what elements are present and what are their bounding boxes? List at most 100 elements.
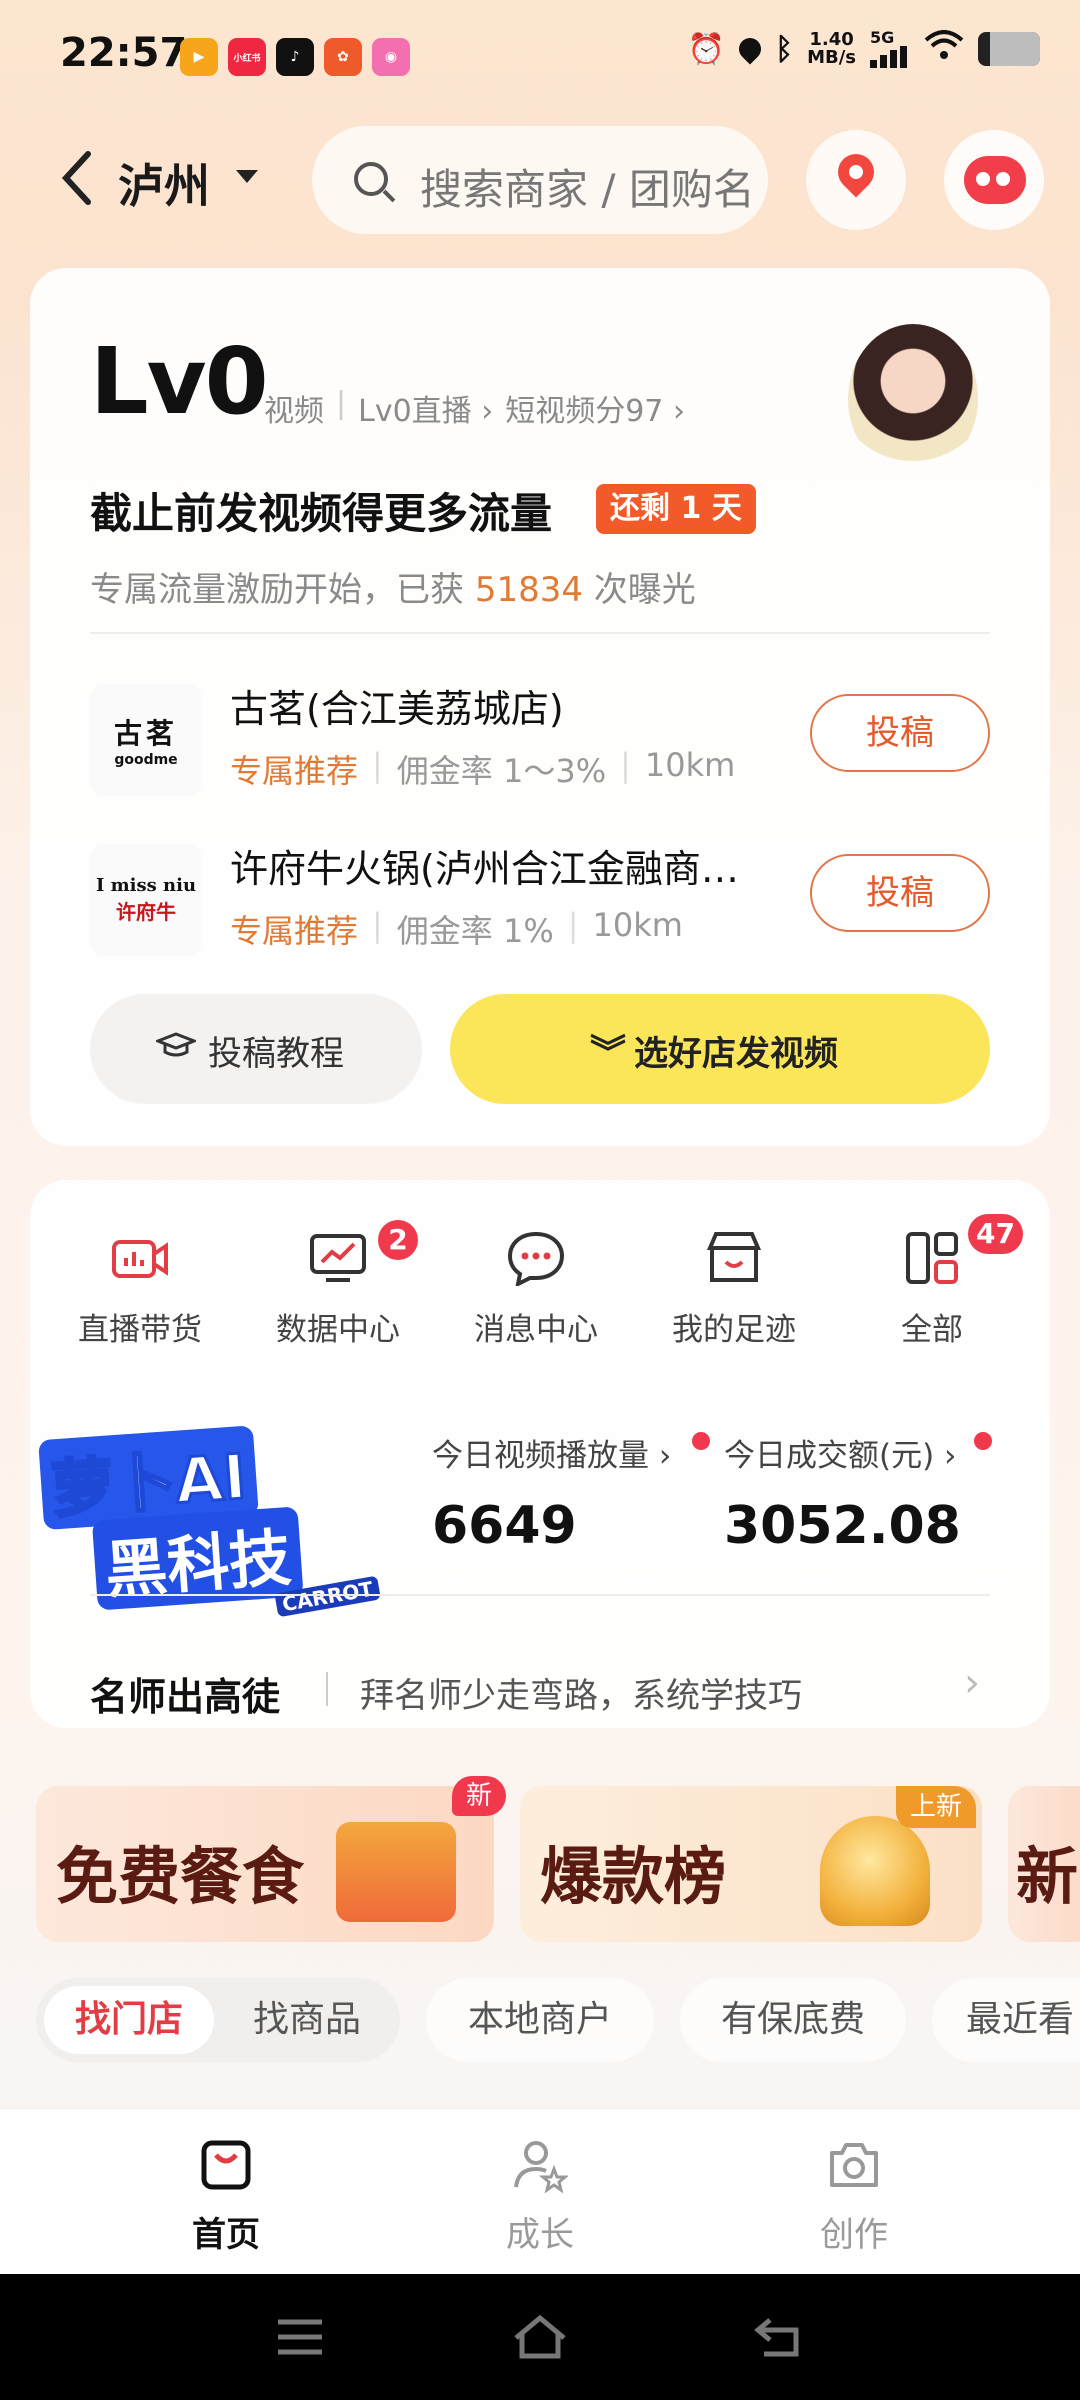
new-arrival-badge: 上新 [896, 1786, 977, 1828]
back-icon[interactable] [750, 2310, 810, 2364]
select-store-video-button[interactable]: ︾ 选好店发视频 [450, 994, 990, 1104]
quick-action-all[interactable]: 47 全部 [842, 1214, 1023, 1350]
level-link-live[interactable]: Lv0直播 › [358, 386, 493, 430]
nav-create-label: 创作 [820, 2215, 888, 2255]
live-camera-icon [112, 1240, 168, 1278]
quick-action-footprints[interactable]: 我的足迹 [644, 1220, 824, 1350]
remaining-days-badge: 还剩 1 天 [596, 484, 756, 534]
mentor-desc: 拜名师少走弯路，系统学技巧 [360, 1676, 802, 1716]
views-label-text: 今日视频播放量 [432, 1438, 649, 1474]
quick-action-label: 消息中心 [474, 1312, 598, 1348]
quick-action-label: 全部 [901, 1312, 963, 1348]
divider: | [567, 906, 579, 944]
tab-find-product[interactable]: 找商品 [222, 1986, 392, 2054]
status-time: 22:57 [60, 30, 188, 76]
quick-action-label: 直播带货 [78, 1312, 202, 1348]
free-meal-banner[interactable]: 免费餐食 [36, 1786, 494, 1942]
tab-recently-viewed[interactable]: 最近看 [932, 1978, 1080, 2062]
video-app-icon: ▶ [180, 38, 218, 76]
divider [326, 1672, 328, 1706]
store-row[interactable]: I miss niu 许府牛 许府牛火锅(泸州合江金融商… 专属推荐 | 佣金率… [90, 838, 990, 968]
gmv-label[interactable]: 今日成交额(元) › [724, 1430, 956, 1475]
store-commission: 佣金率 1～3% [396, 752, 607, 790]
home-icon[interactable] [510, 2310, 570, 2364]
exposure-count: 51834 [474, 570, 583, 610]
level-links: 视频 | Lv0直播 › 短视频分97 › [264, 386, 685, 430]
quick-action-label: 我的足迹 [672, 1312, 796, 1348]
divider: | [620, 746, 631, 784]
store-logo-line2: goodme [114, 752, 178, 768]
nav-home[interactable]: 首页 [126, 2123, 326, 2263]
camera-create-icon [830, 2143, 878, 2187]
banner-text: 免费餐食 [56, 1840, 305, 1913]
status-system-icons: ⏰ ᛒ 1.40 MB/s 5G [688, 30, 1040, 68]
bluetooth-icon: ᛒ [775, 31, 794, 67]
tutorial-button[interactable]: 投稿教程 [90, 994, 422, 1104]
search-bar[interactable]: 搜索商家 / 团购名 [312, 126, 768, 234]
battery-level [990, 32, 1040, 66]
level-title: Lv0 [90, 328, 269, 435]
gmv-label-text: 今日成交额(元) [724, 1438, 935, 1474]
quick-action-live[interactable]: 直播带货 [50, 1220, 230, 1350]
store-commission: 佣金率 1% [396, 912, 554, 950]
message-bubble-icon [507, 1231, 565, 1286]
wifi-icon [924, 30, 964, 68]
caret-down-icon[interactable] [236, 170, 258, 183]
store-logo: 古茗 goodme [90, 684, 202, 796]
quick-action-messages[interactable]: 消息中心 [446, 1220, 626, 1350]
store-name: 古茗(合江美荔城店) [230, 687, 564, 731]
level-link-video[interactable]: 视频 [264, 386, 324, 430]
map-location-button[interactable] [806, 130, 906, 230]
next-banner[interactable]: 新 [1008, 1786, 1080, 1942]
mentor-title: 名师出高徒 [90, 1675, 281, 1719]
carrot-ai-promo[interactable]: 萝卜AI 黑科技 CARROT [30, 1370, 410, 1618]
submit-button[interactable]: 投稿 [810, 694, 990, 772]
red-dot-indicator [974, 1432, 992, 1450]
carrot-ai-logo: 萝卜AI 黑科技 CARROT [31, 1398, 401, 1618]
avatar[interactable] [848, 324, 978, 474]
submit-button[interactable]: 投稿 [810, 854, 990, 932]
tab-guaranteed-fee[interactable]: 有保底费 [680, 1978, 906, 2062]
status-app-icons: ▶ 小红书 ♪ ✿ ◉ [180, 38, 410, 76]
store-product-toggle: 找门店 找商品 [36, 1978, 400, 2062]
gmv-value: 3052.08 [724, 1496, 961, 1556]
nav-growth-label: 成长 [506, 2215, 574, 2255]
quick-action-label: 数据中心 [276, 1312, 400, 1348]
xiaohongshu-app-icon: 小红书 [228, 38, 266, 76]
tab-find-store[interactable]: 找门店 [44, 1986, 214, 2054]
battery-icon [978, 32, 1040, 66]
divider [90, 1594, 990, 1596]
notification-badge: 2 [378, 1220, 418, 1260]
city-selector[interactable]: 泸州 [118, 150, 210, 216]
exposure-summary: 专属流量激励开始，已获 51834 次曝光 [90, 562, 696, 611]
quick-action-data[interactable]: 2 数据中心 [248, 1220, 428, 1350]
data-monitor-icon [310, 1234, 366, 1282]
chevron-right-icon[interactable]: › [964, 1660, 980, 1706]
status-bar: 22:57 ▶ 小红书 ♪ ✿ ◉ ⏰ ᛒ 1.40 MB/s 5G [0, 0, 1080, 110]
level-card: Lv0 视频 | Lv0直播 › 短视频分97 › 截止前发视频得更多流量 还剩… [30, 268, 1050, 1146]
bottom-nav: 首页 成长 创作 [0, 2108, 1080, 2274]
nav-create[interactable]: 创作 [754, 2123, 954, 2263]
network-speed: 1.40 MB/s [807, 31, 856, 67]
banner-text: 新 [1016, 1840, 1079, 1913]
search-input[interactable]: 搜索商家 / 团购名 [420, 156, 755, 217]
nav-growth[interactable]: 成长 [440, 2123, 640, 2263]
store-logo-line2: 许府牛 [116, 900, 176, 924]
tab-local-merchant[interactable]: 本地商户 [426, 1978, 654, 2062]
shop-icon [706, 1232, 762, 1282]
menu-icon[interactable] [270, 2310, 330, 2364]
back-arrow-icon[interactable] [58, 148, 98, 208]
cellular-signal-icon: 5G [870, 30, 910, 68]
level-link-score[interactable]: 短视频分97 › [505, 386, 685, 430]
tutorial-label: 投稿教程 [208, 1034, 344, 1074]
views-label[interactable]: 今日视频播放量 › [432, 1430, 671, 1475]
store-logo-line1: 古茗 [113, 717, 178, 750]
store-row[interactable]: 古茗 goodme 古茗(合江美荔城店) 专属推荐 | 佣金率 1～3% | 1… [90, 678, 990, 808]
notification-badge: 47 [968, 1214, 1023, 1254]
trophy-icon [820, 1816, 930, 1926]
divider: | [336, 386, 347, 421]
tools-card: 直播带货 2 数据中心 消息中心 我的足迹 47 全部 萝卜AI 黑科技 CAR… [30, 1180, 1050, 1728]
search-icon [354, 162, 388, 196]
assistant-button[interactable] [944, 130, 1044, 230]
red-dot-indicator [692, 1432, 710, 1450]
